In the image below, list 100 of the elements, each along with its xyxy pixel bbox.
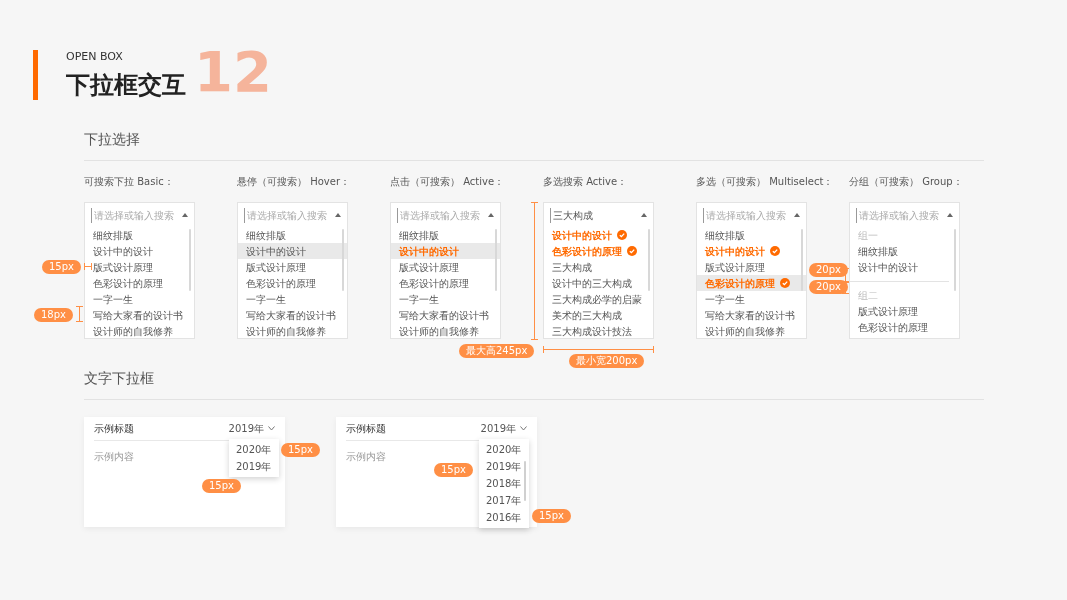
- dropdown-label: 多选搜索 Active：: [543, 175, 628, 189]
- option-text: 设计师的自我修养: [705, 324, 785, 338]
- option-text: 色彩设计的原理: [399, 276, 469, 291]
- scrollbar[interactable]: [189, 229, 191, 291]
- chevron-down-icon: [268, 426, 275, 431]
- option-text: 三大构成设计技法: [552, 324, 632, 338]
- option-text: 色彩设计的原理: [705, 276, 775, 291]
- option-text: 三大构成必学的启蒙: [552, 292, 642, 307]
- search-field[interactable]: 请选择或输入搜索: [856, 207, 942, 223]
- option-text: 细纹排版: [858, 244, 898, 259]
- year-option[interactable]: 2017年: [479, 492, 529, 509]
- measurement-badge: 15px: [281, 443, 320, 457]
- card-title: 示例标题: [94, 422, 134, 436]
- caret-up-icon: [182, 213, 188, 217]
- dropdown-label: 可搜索下拉 Basic：: [84, 175, 174, 189]
- option-text: 美术的三大构成: [552, 308, 622, 323]
- measurement-badge: 20px: [809, 280, 848, 294]
- scrollbar[interactable]: [495, 229, 497, 291]
- card-content: 示例内容: [346, 450, 386, 464]
- dropdown-option[interactable]: 设计中的设计: [238, 243, 347, 259]
- check-icon: [780, 278, 790, 288]
- caret-up-icon: [641, 213, 647, 217]
- section-title: 下拉选择: [84, 130, 141, 148]
- check-icon: [770, 246, 780, 256]
- scrollbar[interactable]: [342, 229, 344, 291]
- card-content: 示例内容: [94, 450, 134, 464]
- year-option[interactable]: 2016年: [479, 509, 529, 526]
- year-option[interactable]: 2019年: [229, 458, 279, 475]
- option-text: 写给大家看的设计书: [246, 308, 336, 323]
- option-text: 版式设计原理: [246, 260, 306, 275]
- option-text: 一字一生: [399, 292, 439, 307]
- caret-up-icon: [947, 213, 953, 217]
- option-text: 细纹排版: [246, 228, 286, 243]
- option-text: 色彩设计的原理: [552, 244, 622, 259]
- option-text: 细纹排版: [399, 228, 439, 243]
- measurement-badge: 15px: [42, 260, 81, 274]
- measurement-badge: 20px: [809, 263, 848, 277]
- search-field[interactable]: 三大构成: [550, 207, 630, 223]
- option-text: 版式设计原理: [399, 260, 459, 275]
- option-text: 写给大家看的设计书: [705, 308, 795, 323]
- caret-up-icon: [335, 213, 341, 217]
- option-text: 写给大家看的设计书: [93, 308, 183, 323]
- option-text: 设计师的自我修养: [246, 324, 326, 338]
- dimension-line-icon: [531, 202, 538, 340]
- option-text: 版式设计原理: [858, 304, 918, 319]
- option-text: 设计中的设计: [858, 260, 918, 275]
- dropdown-label: 点击（可搜索） Active：: [390, 175, 505, 189]
- search-field[interactable]: 请选择或输入搜索: [244, 207, 330, 223]
- caret-up-icon: [488, 213, 494, 217]
- option-text: 设计师的自我修养: [399, 324, 479, 338]
- search-field[interactable]: 请选择或输入搜索: [703, 207, 789, 223]
- year-option[interactable]: 2018年: [479, 475, 529, 492]
- year-option[interactable]: 2020年: [479, 441, 529, 458]
- option-text: 版式设计原理: [705, 260, 765, 275]
- search-field[interactable]: 请选择或输入搜索: [91, 207, 177, 223]
- option-text: 设计中的设计: [246, 244, 306, 259]
- option-text: 一字一生: [246, 292, 286, 307]
- scrollbar[interactable]: [801, 229, 803, 291]
- year-dropdown[interactable]: 2019年: [480, 421, 527, 436]
- measurement-badge: 15px: [202, 479, 241, 493]
- option-text: 色彩设计的原理: [858, 320, 928, 335]
- option-text: 三大构成: [552, 260, 592, 275]
- measurement-badge: 最小宽200px: [569, 354, 645, 368]
- chevron-down-icon: [520, 426, 527, 431]
- search-field[interactable]: 请选择或输入搜索: [397, 207, 483, 223]
- dropdown-label: 分组（可搜索） Group：: [849, 175, 963, 189]
- option-text: 设计中的设计: [399, 244, 459, 259]
- option-text: 色彩设计的原理: [246, 276, 316, 291]
- option-text: 版式设计原理: [93, 260, 153, 275]
- dimension-line-icon: [543, 346, 654, 353]
- scrollbar[interactable]: [648, 229, 650, 291]
- option-text: 一字一生: [705, 292, 745, 307]
- check-icon: [627, 246, 637, 256]
- page-title: 下拉框交互: [66, 70, 186, 100]
- scrollbar[interactable]: [524, 461, 526, 501]
- dropdown-label: 悬停（可搜索） Hover：: [237, 175, 350, 189]
- measurement-badge: 最大高245px: [459, 344, 535, 358]
- caret-up-icon: [794, 213, 800, 217]
- measurement-badge: 18px: [34, 308, 73, 322]
- option-text: 细纹排版: [93, 228, 133, 243]
- accent-bar: [33, 50, 38, 100]
- card-title: 示例标题: [346, 422, 386, 436]
- year-option[interactable]: 2019年: [479, 458, 529, 475]
- option-text: 写给大家看的设计书: [399, 308, 489, 323]
- measurement-badge: 15px: [532, 509, 571, 523]
- option-text: 色彩设计的原理: [93, 276, 163, 291]
- option-text: 设计中的设计: [705, 244, 765, 259]
- option-text: 设计师的自我修养: [93, 324, 173, 338]
- option-text: 设计中的三大构成: [552, 276, 632, 291]
- watermark-number: 12: [194, 44, 272, 100]
- option-text: 设计中的设计: [552, 228, 612, 243]
- eyebrow-text: OPEN BOX: [66, 50, 124, 64]
- dimension-line-icon: [76, 306, 83, 322]
- check-icon: [617, 230, 627, 240]
- year-dropdown[interactable]: 2019年: [228, 421, 275, 436]
- scrollbar[interactable]: [954, 229, 956, 291]
- option-text: 一字一生: [93, 292, 133, 307]
- year-option[interactable]: 2020年: [229, 441, 279, 458]
- section-title: 文字下拉框: [84, 369, 155, 387]
- dropdown-label: 多选（可搜索） Multiselect：: [696, 175, 834, 189]
